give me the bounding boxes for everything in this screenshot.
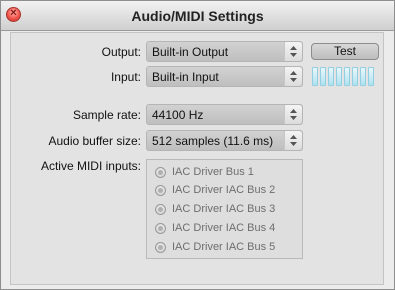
meter-segment (320, 67, 326, 86)
meter-segment (312, 67, 318, 86)
buffer-size-popup[interactable]: 512 samples (11.6 ms) (146, 130, 303, 151)
input-label: Input: (110, 70, 141, 84)
popup-arrows-icon (284, 67, 302, 86)
popup-arrows-icon (284, 42, 302, 61)
midi-inputs-list: IAC Driver Bus 1 IAC Driver IAC Bus 2 IA… (146, 159, 303, 259)
meter-segment (336, 67, 342, 86)
midi-input-label: IAC Driver IAC Bus 3 (172, 203, 276, 215)
midi-input-label: IAC Driver IAC Bus 5 (172, 241, 276, 253)
input-popup[interactable]: Built-in Input (146, 66, 303, 87)
output-value: Built-in Output (152, 45, 229, 59)
sample-rate-value: 44100 Hz (152, 108, 204, 122)
midi-input-label: IAC Driver IAC Bus 4 (172, 222, 276, 234)
meter-segment (352, 67, 358, 86)
popup-arrows-icon (284, 105, 302, 124)
midi-input-label: IAC Driver Bus 1 (172, 166, 254, 178)
meter-segment (368, 67, 374, 86)
midi-input-toggle[interactable] (155, 185, 166, 196)
meter-segment (344, 67, 350, 86)
test-button[interactable]: Test (311, 43, 379, 60)
buffer-size-label: Audio buffer size: (48, 134, 141, 148)
output-popup[interactable]: Built-in Output (146, 41, 303, 62)
midi-input-toggle[interactable] (155, 204, 166, 215)
sample-rate-popup[interactable]: 44100 Hz (146, 104, 303, 125)
input-value: Built-in Input (152, 70, 219, 84)
buffer-size-value: 512 samples (11.6 ms) (152, 134, 274, 148)
audio-midi-settings-window: × Audio/MIDI Settings Output: Built-in O… (0, 0, 395, 290)
meter-segment (360, 67, 366, 86)
midi-inputs-label: Active MIDI inputs: (40, 159, 141, 173)
meter-segment (328, 67, 334, 86)
midi-input-toggle[interactable] (155, 223, 166, 234)
midi-input-label: IAC Driver IAC Bus 2 (172, 184, 276, 196)
popup-arrows-icon (284, 131, 302, 150)
output-label: Output: (101, 45, 141, 59)
midi-input-toggle[interactable] (155, 167, 166, 178)
midi-input-toggle[interactable] (155, 242, 166, 253)
window-title: Audio/MIDI Settings (131, 8, 264, 24)
sample-rate-label: Sample rate: (72, 108, 141, 122)
input-level-meter (312, 67, 378, 86)
title-bar[interactable]: × Audio/MIDI Settings (1, 1, 394, 31)
